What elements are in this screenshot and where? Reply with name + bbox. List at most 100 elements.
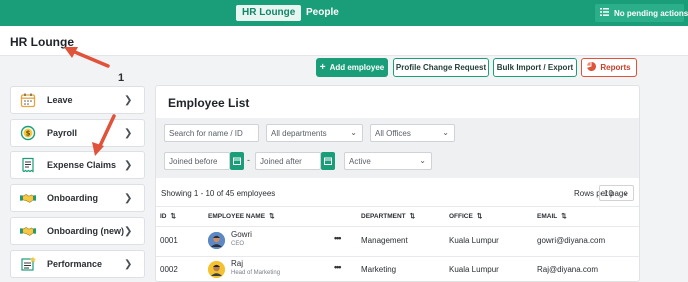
- column-header-employee-name[interactable]: EMPLOYEE NAME ⇅: [208, 212, 275, 221]
- pie-chart-icon: [587, 62, 597, 73]
- department-value: All departments: [271, 128, 327, 138]
- sort-icon: ⇅: [561, 213, 567, 220]
- dollar-coin-icon: $: [20, 125, 36, 141]
- add-employee-label: Add employee: [329, 63, 385, 72]
- chevron-right-icon: ❯: [124, 258, 133, 270]
- pending-actions-label: No pending actions: [614, 8, 688, 18]
- plus-icon: +: [319, 62, 326, 73]
- calendar-button[interactable]: [321, 152, 335, 170]
- table-divider: [156, 256, 639, 257]
- joined-before-placeholder: Joined before: [169, 156, 218, 166]
- showing-count: Showing 1 - 10 of 45 employees: [161, 189, 276, 198]
- step-number-annotation: 1: [118, 72, 125, 84]
- department-select[interactable]: All departments ⌄: [266, 124, 363, 142]
- office-value: All Offices: [375, 128, 411, 138]
- sidebar-item-label: Performance: [47, 259, 103, 269]
- sidebar-item-payroll[interactable]: $ Payroll ❯: [10, 119, 145, 147]
- reports-button[interactable]: Reports: [581, 58, 637, 77]
- chevron-right-icon: ❯: [124, 192, 133, 204]
- tab-people[interactable]: People: [300, 5, 345, 21]
- handshake-icon: [20, 190, 36, 206]
- sidebar-item-onboarding[interactable]: Onboarding ❯: [10, 184, 145, 212]
- chevron-down-icon: ⌄: [622, 188, 629, 197]
- column-header-email[interactable]: EMAIL ⇅: [537, 212, 567, 221]
- status-value: Active: [349, 156, 371, 166]
- tab-hr-lounge[interactable]: HR Lounge: [236, 5, 302, 21]
- search-input[interactable]: Search for name / ID: [164, 124, 259, 142]
- column-header-label: ID: [160, 212, 167, 220]
- sidebar-item-label: Expense Claims: [47, 160, 117, 170]
- add-employee-button[interactable]: + Add employee: [316, 58, 388, 77]
- chevron-right-icon: ❯: [124, 94, 133, 106]
- calendar-button[interactable]: [230, 152, 244, 170]
- column-header-department[interactable]: DEPARTMENT ⇅: [361, 212, 416, 221]
- top-nav-bar: HR Lounge People No pending actions: [0, 0, 688, 26]
- joined-after-input[interactable]: Joined after: [255, 152, 321, 170]
- search-placeholder: Search for name / ID: [169, 128, 243, 138]
- more-options-icon[interactable]: •••: [334, 262, 342, 272]
- table-divider: [156, 206, 639, 207]
- chevron-right-icon: ❯: [124, 225, 133, 237]
- employee-role: Head of Marketing: [231, 270, 281, 276]
- column-header-office[interactable]: OFFICE ⇅: [449, 212, 483, 221]
- sidebar-item-expense-claims[interactable]: Expense Claims ❯: [10, 151, 145, 179]
- chevron-right-icon: ❯: [124, 159, 133, 171]
- avatar: [208, 232, 225, 249]
- employee-department: Management: [361, 236, 408, 245]
- employee-id: 0002: [160, 265, 178, 274]
- employee-office: Kuala Lumpur: [449, 236, 499, 245]
- sort-icon: ⇅: [170, 213, 176, 220]
- status-select[interactable]: Active ⌄: [344, 152, 432, 170]
- more-options-icon[interactable]: •••: [334, 233, 342, 243]
- rows-per-page-select[interactable]: 10 ⌄: [599, 185, 634, 201]
- chevron-down-icon: ⌄: [442, 128, 449, 137]
- pending-actions-button[interactable]: No pending actions: [595, 4, 688, 22]
- sidebar-item-label: Onboarding (new): [47, 226, 124, 236]
- column-header-id[interactable]: ID ⇅: [160, 212, 176, 221]
- rows-per-page-value: 10: [604, 188, 613, 198]
- sort-icon: ⇅: [476, 213, 483, 220]
- reports-label: Reports: [600, 63, 631, 72]
- date-separator: -: [247, 155, 250, 165]
- chevron-down-icon: ⌄: [419, 156, 426, 165]
- joined-after-placeholder: Joined after: [260, 156, 302, 166]
- bulk-import-export-button[interactable]: Bulk Import / Export: [493, 58, 577, 77]
- chevron-right-icon: ❯: [124, 127, 133, 139]
- employee-email: gowri@diyana.com: [537, 236, 606, 245]
- sidebar-item-label: Onboarding: [47, 193, 98, 203]
- sort-icon: ⇅: [269, 213, 275, 220]
- receipt-icon: [20, 157, 36, 173]
- employee-list-panel: Employee List Search for name / ID All d…: [155, 85, 640, 282]
- annotation-arrow-icon: [92, 114, 116, 156]
- employee-id: 0001: [160, 236, 178, 245]
- handshake-icon: [20, 223, 36, 239]
- svg-text:$: $: [26, 130, 31, 138]
- column-header-label: EMPLOYEE NAME: [208, 212, 266, 220]
- sidebar-item-onboarding-new[interactable]: Onboarding (new) ❯: [10, 217, 145, 245]
- joined-before-input[interactable]: Joined before: [164, 152, 230, 170]
- annotation-arrow-icon: [64, 47, 110, 68]
- sort-icon: ⇅: [409, 213, 416, 220]
- column-header-label: OFFICE: [449, 212, 473, 220]
- column-header-label: DEPARTMENT: [361, 212, 406, 220]
- employee-list-title: Employee List: [168, 96, 250, 110]
- profile-change-request-button[interactable]: Profile Change Request: [393, 58, 489, 77]
- chevron-down-icon: ⌄: [350, 128, 357, 137]
- employee-email: Raj@diyana.com: [537, 265, 599, 274]
- employee-role: CEO: [231, 241, 245, 247]
- sidebar-item-label: Leave: [47, 95, 73, 105]
- table-divider: [156, 226, 639, 227]
- sidebar-item-performance[interactable]: Performance ❯: [10, 250, 145, 278]
- performance-board-icon: [20, 256, 36, 272]
- calendar-icon: [20, 92, 36, 108]
- list-icon: [600, 8, 609, 18]
- employee-office: Kuala Lumpur: [449, 265, 499, 274]
- office-select[interactable]: All Offices ⌄: [370, 124, 455, 142]
- avatar: [208, 261, 225, 278]
- employee-department: Marketing: [361, 265, 397, 274]
- employee-name[interactable]: Raj: [231, 259, 243, 268]
- sidebar-item-leave[interactable]: Leave ❯: [10, 86, 145, 114]
- employee-name[interactable]: Gowri: [231, 230, 252, 239]
- filter-area: Search for name / ID All departments ⌄ A…: [156, 118, 639, 178]
- column-header-label: EMAIL: [537, 212, 558, 220]
